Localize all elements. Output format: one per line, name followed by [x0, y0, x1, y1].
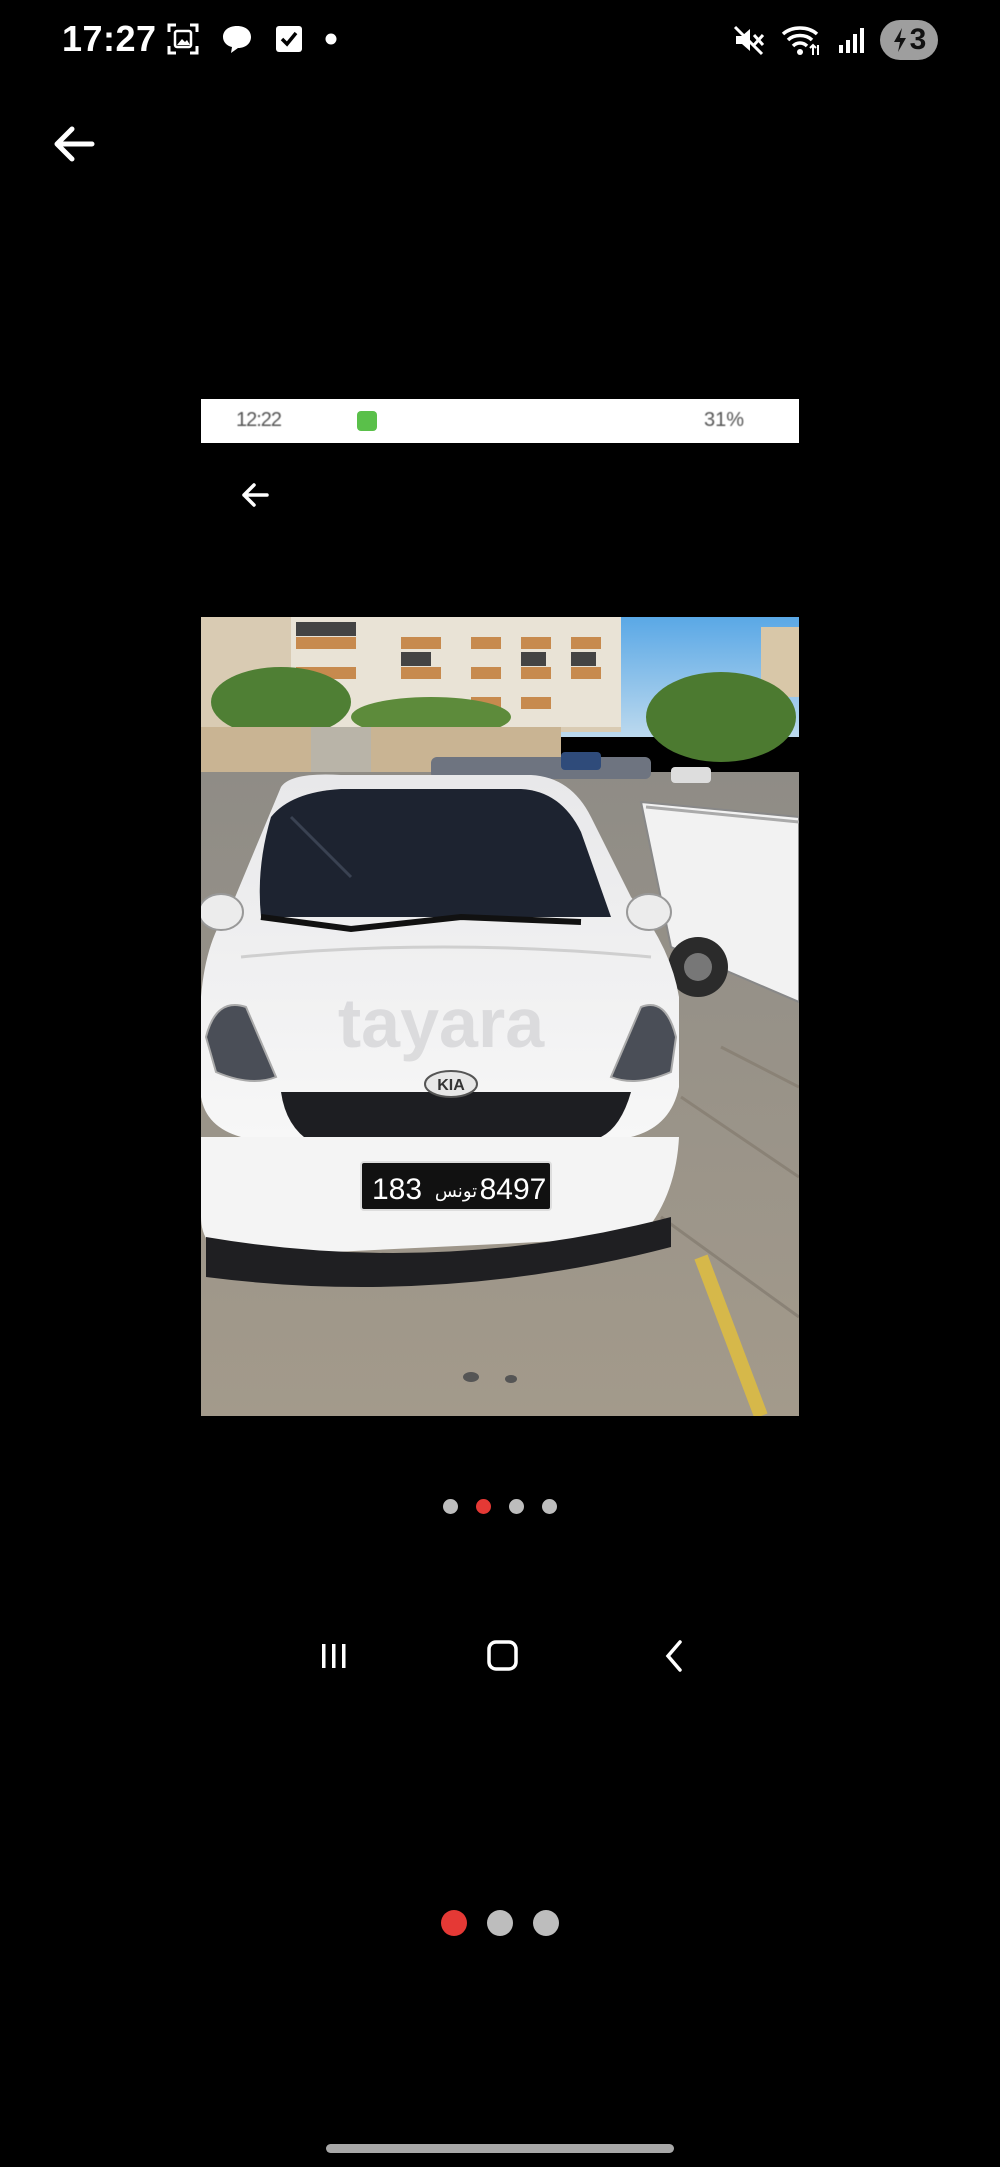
- page-dot[interactable]: [487, 1910, 513, 1936]
- battery-charging-icon: [893, 28, 906, 52]
- plate-middle: تونس: [435, 1181, 477, 1202]
- plate-left: 183: [372, 1173, 422, 1206]
- dot-icon: [325, 33, 337, 45]
- battery-level: 3: [909, 23, 927, 56]
- inner-dot: [542, 1499, 557, 1514]
- back-arrow-icon[interactable]: [46, 116, 102, 172]
- home-icon: [487, 1640, 518, 1671]
- battery-indicator: 3: [880, 20, 938, 60]
- inner-nav-bar: [322, 1640, 682, 1672]
- plate-right: 8497: [480, 1173, 547, 1206]
- wifi-icon: [781, 26, 819, 55]
- inner-status-time: 12:22: [236, 409, 282, 431]
- status-icons-left: [166, 22, 338, 56]
- inner-pagination-dots: [0, 1499, 1000, 1514]
- signal-icon: [839, 28, 864, 53]
- status-time: 17:27: [62, 18, 157, 59]
- listing-image[interactable]: 12:22 31% tayara KIA 183 تونس 8497: [201, 399, 799, 1416]
- chat-bubble-icon: [223, 26, 251, 53]
- home-indicator[interactable]: [326, 2144, 674, 2153]
- car-photo: tayara KIA 183 تونس 8497: [201, 617, 799, 1416]
- license-plate: 183 تونس 8497: [360, 1161, 552, 1211]
- svg-text:KIA: KIA: [437, 1077, 465, 1094]
- page-dot[interactable]: [533, 1910, 559, 1936]
- screenshot-icon: [167, 23, 199, 55]
- page-dot-active[interactable]: [441, 1910, 467, 1936]
- mute-icon: [733, 25, 765, 56]
- watermark: tayara: [338, 984, 545, 1062]
- inner-status-bar: 12:22 31%: [201, 399, 799, 443]
- checkbox-icon: [276, 26, 302, 52]
- status-icons-right: 3: [732, 20, 938, 60]
- recents-icon: [322, 1644, 346, 1668]
- android-icon: [357, 411, 377, 431]
- inner-dot-active: [476, 1499, 491, 1514]
- inner-dot: [443, 1499, 458, 1514]
- inner-back-arrow-icon: [242, 483, 269, 507]
- inner-dot: [509, 1499, 524, 1514]
- back-icon: [665, 1640, 682, 1672]
- inner-status-battery: 31%: [703, 409, 744, 431]
- image-pagination-dots[interactable]: [0, 1910, 1000, 1936]
